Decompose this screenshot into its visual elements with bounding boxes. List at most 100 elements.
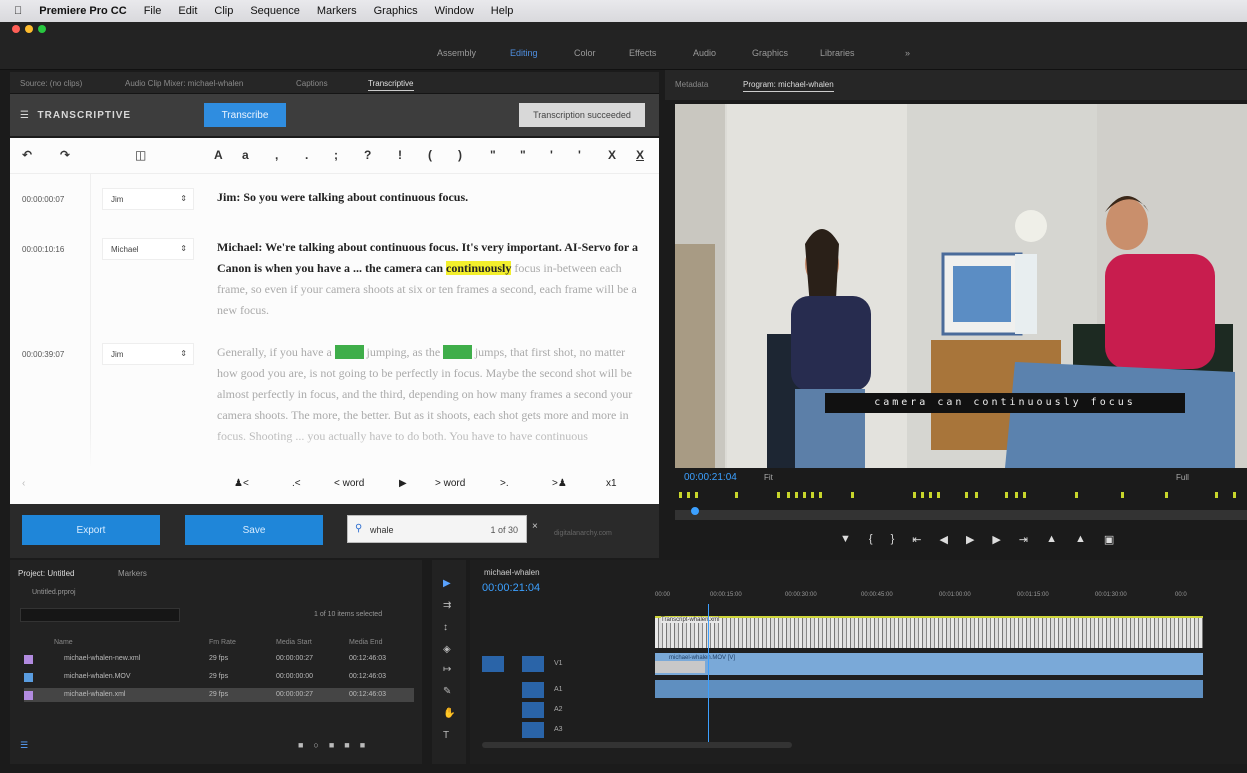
playhead-marker[interactable]	[691, 507, 699, 515]
out-icon[interactable]: }	[891, 533, 895, 546]
open-apostrophe-button[interactable]: '	[550, 148, 553, 162]
open-paren-button[interactable]: (	[428, 148, 432, 162]
close-paren-button[interactable]: )	[458, 148, 462, 162]
workspace-editing[interactable]: Editing	[510, 48, 538, 58]
tab-audio-clip-mixer[interactable]: Audio Clip Mixer: michael-whalen	[125, 79, 243, 88]
type-tool-icon[interactable]: T	[443, 730, 449, 741]
question-button[interactable]: ?	[364, 148, 371, 162]
prev-sentence-button[interactable]: .<	[292, 478, 301, 489]
tab-project[interactable]: Project: Untitled	[18, 569, 74, 578]
export-frame-icon[interactable]: ▣	[1104, 533, 1114, 546]
semicolon-button[interactable]: ;	[334, 148, 338, 162]
close-window-icon[interactable]	[12, 25, 20, 33]
project-footer-icons[interactable]: ■○■■■	[298, 740, 375, 750]
uppercase-button[interactable]: A	[214, 148, 223, 162]
save-button[interactable]: Save	[185, 515, 323, 545]
speed-button[interactable]: x1	[606, 478, 617, 489]
goto-out-icon[interactable]: ⇥	[1019, 533, 1028, 546]
apple-icon[interactable]: 	[14, 5, 22, 17]
razor-tool-icon[interactable]: ◈	[443, 644, 451, 655]
play-button[interactable]: ▶	[399, 478, 407, 489]
track-target-a3[interactable]	[522, 722, 544, 738]
step-forward-icon[interactable]: ▶	[992, 533, 1000, 546]
menu-markers[interactable]: Markers	[317, 5, 357, 17]
transcribe-button[interactable]: Transcribe	[204, 103, 286, 127]
next-sentence-button[interactable]: >.	[500, 478, 509, 489]
row-timecode[interactable]: 00:00:00:07	[22, 195, 64, 204]
zoom-select[interactable]: Fit	[764, 473, 773, 482]
column-media-start[interactable]: Media Start	[276, 639, 312, 646]
workspace-assembly[interactable]: Assembly	[437, 48, 476, 58]
workspace-effects[interactable]: Effects	[629, 48, 656, 58]
next-word-button[interactable]: > word	[435, 478, 465, 489]
track-target-a1[interactable]	[522, 682, 544, 698]
transcript-text[interactable]: Jim: So you were talking about continuou…	[217, 187, 647, 208]
tab-source[interactable]: Source: (no clips)	[20, 79, 82, 88]
period-button[interactable]: .	[305, 148, 308, 162]
underline-strike-button[interactable]: X	[636, 148, 644, 162]
search-input[interactable]: ⚲ whale 1 of 30	[347, 515, 527, 543]
resolution-select[interactable]: Full	[1176, 473, 1189, 482]
exclamation-button[interactable]: !	[398, 148, 402, 162]
column-name[interactable]: Name	[54, 639, 73, 646]
redo-icon[interactable]: ↷	[60, 148, 70, 162]
speaker-dropdown[interactable]: Jim ⇕	[102, 188, 194, 210]
project-item-row[interactable]: michael-whalen-new.xml 29 fps 00:00:00:2…	[24, 652, 414, 666]
menu-graphics[interactable]: Graphics	[374, 5, 418, 17]
row-timecode[interactable]: 00:00:39:07	[22, 350, 64, 359]
track-target-v1[interactable]	[522, 656, 544, 672]
tab-transcriptive[interactable]: Transcriptive	[368, 79, 414, 91]
workspace-libraries[interactable]: Libraries	[820, 48, 855, 58]
tab-program[interactable]: Program: michael-whalen	[743, 80, 834, 92]
menu-file[interactable]: File	[144, 5, 162, 17]
step-back-icon[interactable]: ◀	[939, 533, 947, 546]
prev-word-button[interactable]: < word	[334, 478, 364, 489]
extract-icon[interactable]: ▲	[1075, 533, 1086, 546]
marker-icon[interactable]: ▼	[840, 533, 851, 546]
timeline-timecode[interactable]: 00:00:21:04	[482, 582, 540, 594]
track-select-tool-icon[interactable]: ⇉	[443, 600, 451, 611]
program-scrubber[interactable]	[675, 507, 1247, 520]
menu-window[interactable]: Window	[435, 5, 474, 17]
project-item-row-selected[interactable]: michael-whalen.xml 29 fps 00:00:00:27 00…	[24, 688, 414, 702]
pen-tool-icon[interactable]: ✎	[443, 686, 451, 697]
lowercase-button[interactable]: a	[242, 148, 249, 162]
ripple-edit-tool-icon[interactable]: ↕	[443, 622, 448, 633]
list-view-icon[interactable]: ☰	[20, 740, 28, 751]
site-link[interactable]: digitalanarchy.com	[554, 530, 612, 537]
timeline-playhead[interactable]	[708, 604, 709, 744]
menu-edit[interactable]: Edit	[178, 5, 197, 17]
menu-help[interactable]: Help	[491, 5, 514, 17]
column-media-end[interactable]: Media End	[349, 639, 382, 646]
undo-icon[interactable]: ↶	[22, 148, 32, 162]
prev-speaker-button[interactable]: ♟<	[234, 478, 249, 489]
slip-tool-icon[interactable]: ↦	[443, 664, 451, 675]
workspace-audio[interactable]: Audio	[693, 48, 716, 58]
hand-tool-icon[interactable]: ✋	[443, 708, 455, 719]
tab-metadata[interactable]: Metadata	[675, 80, 708, 89]
time-ruler[interactable]: 00:00 00:00:15:00 00:00:30:00 00:00:45:0…	[655, 588, 1203, 602]
speaker-dropdown[interactable]: Jim ⇕	[102, 343, 194, 365]
sequence-tab[interactable]: michael-whalen	[484, 568, 540, 577]
workspace-color[interactable]: Color	[574, 48, 596, 58]
project-item-row[interactable]: michael-whalen.MOV 29 fps 00:00:00:00 00…	[24, 670, 414, 684]
close-apostrophe-button[interactable]: '	[578, 148, 581, 162]
source-patch-v1[interactable]	[482, 656, 504, 672]
timeline-scrollbar[interactable]	[482, 742, 792, 748]
workspace-graphics[interactable]: Graphics	[752, 48, 788, 58]
goto-in-icon[interactable]: ⇤	[912, 533, 921, 546]
program-video-frame[interactable]: camera can continuously focus	[675, 104, 1247, 468]
merge-speaker-icon[interactable]: ◫	[135, 148, 146, 162]
play-icon[interactable]: ▶	[966, 533, 974, 546]
transcript-text[interactable]: Michael: We're talking about continuous …	[217, 237, 647, 321]
program-timecode[interactable]: 00:00:21:04	[684, 472, 737, 483]
workspace-more[interactable]: »	[905, 48, 910, 58]
comma-button[interactable]: ,	[275, 148, 278, 162]
next-speaker-button[interactable]: >♟	[552, 478, 567, 489]
in-icon[interactable]: {	[869, 533, 873, 546]
project-search-input[interactable]	[20, 608, 180, 622]
menu-sequence[interactable]: Sequence	[250, 5, 300, 17]
caption-track-clip[interactable]: Transcript-whalen.xml	[655, 616, 1203, 648]
row-timecode[interactable]: 00:00:10:16	[22, 245, 64, 254]
open-quote-button[interactable]: "	[490, 148, 496, 162]
